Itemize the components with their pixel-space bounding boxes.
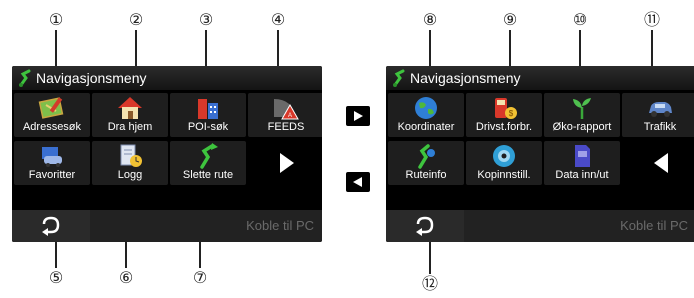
favorites-button[interactable]: Favoritter [14, 141, 90, 185]
coordinates-button[interactable]: Koordinater [388, 93, 464, 137]
title-bar: Navigasjonsmeny [12, 66, 322, 90]
tile-label: Favoritter [28, 169, 76, 181]
callout-9: ⑨ [502, 10, 518, 29]
tile-label: Koordinater [397, 121, 455, 133]
tile-label: Kopinnstill. [477, 169, 531, 181]
callout-10: ⑩ [572, 10, 588, 29]
back-button[interactable] [12, 210, 90, 242]
bottom-bar: Koble til PC [386, 210, 694, 242]
poi-search-button[interactable]: POI-søk [170, 93, 246, 137]
svg-text:$: $ [509, 109, 514, 118]
play-left-icon [353, 177, 362, 187]
delete-route-button[interactable]: Slette rute [170, 141, 246, 185]
page-back-button[interactable] [346, 172, 370, 192]
globe-icon [415, 97, 437, 119]
callout-1: ① [48, 10, 64, 29]
route-info-icon [418, 144, 435, 169]
route-info-button[interactable]: Ruteinfo [388, 141, 464, 185]
map-pencil-icon [38, 97, 64, 119]
tile-label: Dra hjem [107, 121, 153, 133]
sd-card-icon [575, 145, 590, 167]
bottom-bar: Koble til PC [12, 210, 322, 242]
next-page-button[interactable] [248, 141, 322, 185]
poi-icon [198, 99, 218, 119]
connect-pc-button[interactable]: Koble til PC [466, 210, 694, 242]
feeds-button[interactable]: A FEEDS [248, 93, 322, 137]
play-right-icon [280, 153, 294, 173]
page-forward-button[interactable] [346, 106, 370, 126]
connect-pc-button[interactable]: Koble til PC [92, 210, 322, 242]
callout-7: ⑦ [192, 268, 208, 287]
callout-4: ④ [270, 10, 286, 29]
connect-pc-label: Koble til PC [620, 218, 688, 233]
tile-label: Drivst.forbr. [475, 121, 533, 133]
tile-label: Trafikk [643, 121, 677, 133]
play-right-icon [354, 111, 363, 121]
back-button[interactable] [386, 210, 464, 242]
fuel-pump-icon: $ [495, 98, 517, 119]
fuel-consumption-button[interactable]: $ Drivst.forbr. [466, 93, 542, 137]
navigation-icon [19, 69, 31, 87]
svg-text:A: A [288, 113, 292, 119]
tile-label: Logg [117, 169, 143, 181]
callout-2: ② [128, 10, 144, 29]
menu-title: Navigasjonsmeny [36, 70, 147, 86]
navigation-menu-page-1: Navigasjonsmeny Adressesøk Dra hjem POI-… [12, 66, 322, 242]
callout-8: ⑧ [422, 10, 438, 29]
feeds-icon: A [274, 99, 299, 120]
home-icon [118, 97, 142, 119]
tile-label: Slette rute [182, 169, 234, 181]
navigation-icon [393, 69, 405, 87]
callout-12: ⑫ [421, 274, 438, 293]
menu-title: Navigasjonsmeny [410, 70, 521, 86]
tile-label: Data inn/ut [555, 169, 609, 181]
copy-settings-button[interactable]: Kopinnstill. [466, 141, 542, 185]
log-button[interactable]: Logg [92, 141, 168, 185]
back-arrow-icon [416, 216, 434, 236]
address-search-button[interactable]: Adressesøk [14, 93, 90, 137]
data-in-out-button[interactable]: Data inn/ut [544, 141, 620, 185]
delete-route-icon [200, 143, 218, 169]
sprout-icon [573, 98, 591, 119]
eco-report-button[interactable]: Øko-rapport [544, 93, 620, 137]
title-bar: Navigasjonsmeny [386, 66, 694, 90]
callout-6: ⑥ [118, 268, 134, 287]
play-left-icon [654, 153, 668, 173]
tile-label: Øko-rapport [552, 121, 612, 133]
favorites-car-icon [42, 147, 62, 167]
callout-3: ③ [198, 10, 214, 29]
navigation-menu-page-2: Navigasjonsmeny Koordinater $ Drivst.for… [386, 66, 694, 242]
car-icon [649, 102, 672, 117]
traffic-button[interactable]: Trafikk [622, 93, 694, 137]
callout-5: ⑤ [48, 268, 64, 287]
back-arrow-icon [42, 216, 60, 236]
callout-11: ⑪ [643, 10, 660, 29]
log-clock-icon [120, 144, 142, 167]
tile-label: Ruteinfo [405, 169, 447, 181]
previous-page-button[interactable] [622, 141, 694, 185]
tile-label: Adressesøk [22, 121, 82, 133]
connect-pc-label: Koble til PC [246, 218, 314, 233]
go-home-button[interactable]: Dra hjem [92, 93, 168, 137]
tile-label: FEEDS [267, 121, 305, 133]
disc-icon [493, 145, 515, 167]
tile-label: POI-søk [187, 121, 229, 133]
